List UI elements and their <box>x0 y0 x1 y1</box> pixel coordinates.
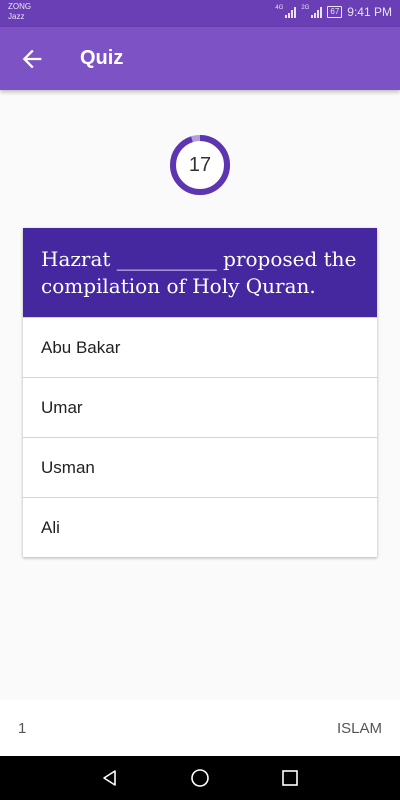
back-button[interactable] <box>18 45 46 73</box>
network-type-2: 2G <box>301 5 310 11</box>
answer-option[interactable]: Abu Bakar <box>23 317 377 377</box>
navigation-bar <box>0 756 400 800</box>
page-title: Quiz <box>80 47 124 69</box>
signal-icon <box>311 6 323 18</box>
arrow-back-icon <box>22 49 42 69</box>
circle-home-icon <box>191 769 209 787</box>
status-bar: ZONG Jazz 4G 2G 67 9:41 PM <box>0 0 400 27</box>
answer-option[interactable]: Usman <box>23 437 377 497</box>
carrier-name-2: Jazz <box>8 12 25 21</box>
triangle-back-icon <box>103 770 116 786</box>
carrier-name-1: ZONG <box>8 2 32 11</box>
status-indicators: 4G 2G 67 9:41 PM <box>275 5 392 19</box>
timer-value: 17 <box>188 153 212 176</box>
battery-icon: 67 <box>327 6 343 18</box>
app-bar: Quiz <box>0 27 400 90</box>
question-number: 1 <box>18 719 27 737</box>
signal-icon <box>285 6 297 18</box>
quiz-category: ISLAM <box>336 719 382 737</box>
nav-home-button[interactable] <box>188 766 212 790</box>
quiz-footer: 1 ISLAM <box>0 700 400 756</box>
answer-option[interactable]: Ali <box>23 497 377 557</box>
carrier-info: ZONG Jazz <box>8 2 31 22</box>
clock: 9:41 PM <box>347 5 392 19</box>
answer-option[interactable]: Umar <box>23 377 377 437</box>
square-recents-icon <box>282 770 298 786</box>
network-type-1: 4G <box>275 5 284 11</box>
countdown-timer: 17 <box>168 133 232 197</box>
question-text: Hazrat __________ proposed the compilati… <box>23 228 377 317</box>
nav-recents-button[interactable] <box>278 766 302 790</box>
quiz-card: Hazrat __________ proposed the compilati… <box>23 228 377 557</box>
nav-back-button[interactable] <box>98 766 122 790</box>
